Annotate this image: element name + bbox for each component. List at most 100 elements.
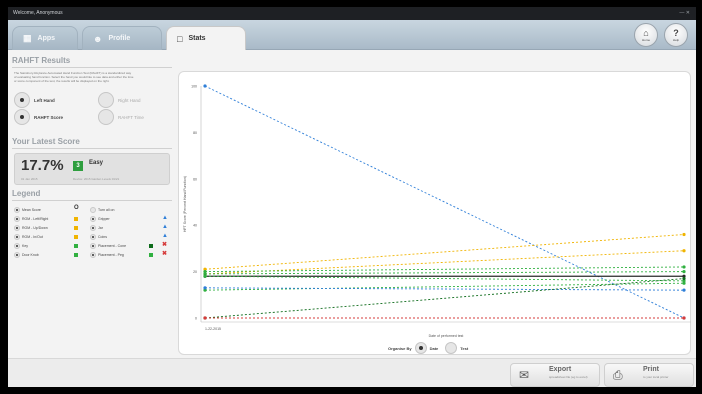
tab-apps[interactable]: ▦ Apps [12, 26, 78, 50]
tab-stats[interactable]: □ Stats [166, 26, 246, 50]
data-point-7-1 [203, 274, 207, 278]
score-value: 17.7% [21, 157, 64, 174]
top-nav-bar: ▦ Apps ☻ Profile □ Stats ⌂ Home ? Help [8, 20, 696, 50]
organise-date-radio[interactable] [414, 342, 427, 354]
mean-marker-icon: O [74, 205, 79, 211]
legend-item-key[interactable]: Key [14, 243, 28, 249]
legend-toggle[interactable] [14, 252, 20, 258]
data-point-1-1 [203, 84, 207, 88]
help-button[interactable]: ? Help [664, 23, 688, 47]
legend-item-coins[interactable]: Coins [90, 234, 107, 240]
stats-icon: □ [177, 33, 183, 44]
series-line-7 [204, 275, 685, 282]
right-hand-label: Right Hand [118, 97, 141, 103]
tab-profile[interactable]: ☻ Profile [82, 26, 162, 50]
rahft-score-radio[interactable] [14, 109, 30, 125]
rahft-time-radio[interactable] [98, 109, 114, 125]
latest-score-heading: Your Latest Score [12, 137, 172, 149]
y-axis-label: HFT Score (Percent Hand Function) [183, 176, 187, 232]
left-panel: RAHFT Results The Sainsbury-Roylance Aut… [12, 54, 174, 344]
left-hand-radio[interactable] [14, 92, 30, 108]
series-line-9 [204, 287, 685, 291]
legend-label: Placement - Peg [98, 253, 124, 257]
series-line-4 [204, 266, 685, 273]
left-hand-option[interactable]: Left Hand [14, 92, 55, 108]
legend-toggle[interactable] [90, 216, 96, 222]
legend-label: Coins [98, 235, 107, 239]
legend-item-door-knob[interactable]: Door Knob [14, 252, 39, 258]
print-title: Print [643, 366, 659, 373]
right-hand-option[interactable]: Right Hand [98, 92, 141, 108]
rahft-time-label: RAHFT Time [118, 114, 144, 120]
right-hand-radio[interactable] [98, 92, 114, 108]
window-controls[interactable]: — ✕ [679, 7, 690, 20]
legend-label: Key [22, 244, 29, 248]
tab-stats-label: Stats [188, 35, 206, 42]
legend-item-placement-cone[interactable]: Placement - Cone [90, 243, 126, 249]
legend-toggle[interactable] [14, 243, 20, 249]
legend-label: Placement - Cone [98, 244, 127, 248]
chart-ticks-group: 0 20 40 60 80 100 [191, 85, 197, 321]
help-icon: ? [673, 27, 679, 38]
orange-square-icon [74, 235, 78, 239]
legend-label: Turn all on [98, 208, 115, 212]
red-cross-icon: ✖ [162, 251, 168, 257]
x-axis-label: Date of performed test [429, 334, 464, 338]
difficulty-badge: 3 [73, 161, 83, 171]
legend-item-rom-left-right[interactable]: ROM - Left/Right [14, 216, 48, 222]
data-point-5-2 [682, 270, 686, 274]
legend-toggle[interactable] [90, 243, 96, 249]
legend-label: ROM - Left/Right [22, 217, 49, 221]
home-button[interactable]: ⌂ Home [634, 23, 658, 47]
app-window: Welcome, Anonymous — ✕ ▦ Apps ☻ Profile … [8, 7, 696, 387]
latest-score-card: 17.7% 3 Easy 01 Jan 2015 Device: 2015 Ga… [14, 153, 170, 185]
legend-toggle[interactable] [90, 225, 96, 231]
rahft-time-option[interactable]: RAHFT Time [98, 109, 144, 125]
help-label: Help [672, 37, 680, 42]
legend-toggle[interactable] [90, 234, 96, 240]
score-chart-svg: 0 20 40 60 80 100 HFT Score (Percent Hand Fun… [183, 84, 691, 338]
legend-label: Door Knob [22, 253, 39, 257]
legend-item-gripper[interactable]: Gripper [90, 216, 110, 222]
data-point-3-2 [682, 249, 686, 253]
red-cross-icon: ✖ [162, 242, 168, 248]
print-button[interactable]: ⎙ Print to your local printer [604, 363, 694, 387]
rahft-score-option[interactable]: RAHFT Score [14, 109, 63, 125]
legend-item-rom-in-out[interactable]: ROM - In/Out [14, 234, 43, 240]
print-subtitle: to your local printer [643, 375, 669, 379]
organise-test-radio[interactable] [445, 342, 458, 354]
legend-toggle[interactable] [14, 216, 20, 222]
organise-date-label: Date [429, 345, 439, 351]
blue-triangle-icon: ▲ [162, 233, 168, 239]
y-tick-label: 100 [191, 85, 197, 89]
home-icon: ⌂ [643, 27, 649, 38]
left-hand-label: Left Hand [34, 97, 55, 103]
legend-item-jar[interactable]: Jar [90, 225, 103, 231]
series-line-3 [204, 250, 685, 275]
legend-toggle[interactable] [14, 225, 20, 231]
legend-label: Mean Score [22, 208, 41, 212]
legend-toggle[interactable] [14, 234, 20, 240]
organise-by-control: Organise By Date Test [388, 342, 468, 354]
legend-item-rom-up-down[interactable]: ROM - Up/Down [14, 225, 48, 231]
legend-item-turn-all-on[interactable]: Turn all on [90, 207, 114, 213]
legend-item-placement-peg[interactable]: Placement - Peg [90, 252, 124, 258]
legend-toggle[interactable] [90, 207, 96, 213]
chart-series-group [203, 84, 686, 320]
export-icon: ✉ [519, 368, 530, 382]
apps-icon: ▦ [23, 33, 32, 43]
data-point-9-2 [682, 288, 686, 292]
data-point-2-2 [682, 232, 686, 237]
series-line-5 [204, 271, 685, 275]
legend-toggle[interactable] [14, 207, 20, 213]
green-square-icon [74, 244, 78, 248]
bottom-bar: ✉ Export spreadsheet file (eg to excel) … [8, 358, 696, 387]
legend-toggle[interactable] [90, 252, 96, 258]
series-line-10 [204, 278, 685, 319]
green-square-icon [74, 253, 78, 257]
legend-item-mean-score[interactable]: Mean Score [14, 207, 41, 213]
score-date: 01 Jan 2015 [21, 177, 38, 181]
green-square-icon [149, 253, 153, 257]
export-button[interactable]: ✉ Export spreadsheet file (eg to excel) [510, 363, 600, 387]
y-tick-label: 40 [193, 224, 197, 228]
